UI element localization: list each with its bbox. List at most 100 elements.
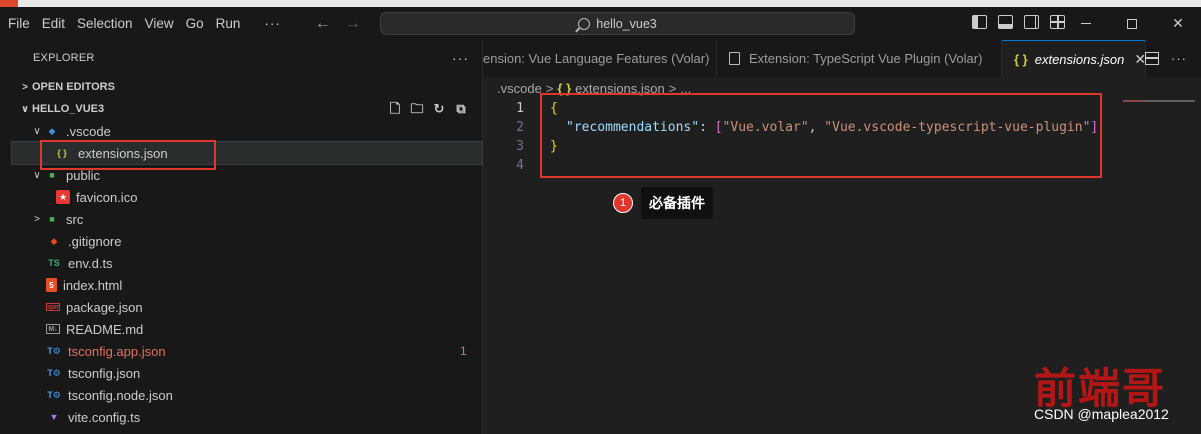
minimize-icon: [1081, 23, 1091, 24]
tab-actions: ···: [1145, 40, 1201, 77]
tree-item-label: favicon.ico: [76, 189, 138, 205]
window-controls: ✕: [1063, 7, 1201, 40]
toggle-panel-icon[interactable]: [998, 15, 1013, 29]
menu-bar: File Edit Selection View Go Run ···: [0, 7, 287, 40]
tree-item-label: package.json: [66, 299, 143, 315]
annotation-label: 必备插件: [641, 187, 713, 219]
watermark-csdn: CSDN @maplea2012: [1034, 406, 1169, 422]
problem-count-badge: 1: [460, 344, 467, 358]
tab-typescript-vue-plugin[interactable]: Extension: TypeScript Vue Plugin (Volar): [717, 40, 1002, 77]
open-editors-label: OPEN EDITORS: [32, 81, 115, 93]
collapse-all-icon[interactable]: ⧉: [454, 102, 468, 116]
menu-file[interactable]: File: [2, 7, 36, 40]
menu-go[interactable]: Go: [180, 7, 210, 40]
activity-bar: [0, 40, 12, 434]
new-folder-icon[interactable]: 🗀: [410, 102, 424, 116]
layout-controls: [972, 15, 1065, 29]
tree-file-readme[interactable]: M↓ README.md: [12, 318, 482, 340]
new-file-icon[interactable]: 🗋: [388, 102, 402, 116]
markdown-icon: M↓: [46, 324, 60, 334]
line-number: 3: [516, 139, 524, 154]
tree-item-label: tsconfig.json: [68, 365, 141, 381]
split-editor-icon[interactable]: [1145, 52, 1159, 65]
tsconfig-icon: T⚙: [47, 367, 61, 378]
tree-folder-src[interactable]: > ■ src: [12, 208, 482, 230]
chevron-right-icon: >: [34, 213, 40, 225]
git-icon: ◆: [50, 235, 58, 246]
chevron-right-icon: >: [22, 81, 28, 93]
top-strip-mark: [0, 0, 18, 7]
tree-item-label: README.md: [66, 321, 144, 337]
tree-item-label: .vscode: [66, 123, 111, 139]
chevron-down-icon: ∨: [20, 103, 30, 115]
annotation-number: 1: [613, 193, 633, 213]
tree-file-package-json[interactable]: npm package.json: [12, 296, 482, 318]
maximize-button[interactable]: [1109, 7, 1155, 40]
menu-view[interactable]: View: [139, 7, 180, 40]
tree-folder-vscode[interactable]: ∨ ◆ .vscode: [12, 120, 482, 142]
tree-file-tsconfig-app[interactable]: T⚙ tsconfig.app.json 1: [12, 340, 482, 362]
refresh-icon[interactable]: ↻: [432, 102, 446, 116]
tab-label: extensions.json: [1034, 51, 1125, 67]
minimap[interactable]: [1123, 100, 1195, 102]
explorer-more-icon[interactable]: ···: [452, 50, 469, 66]
favicon-icon: ★: [56, 190, 70, 204]
tree-item-label: tsconfig.node.json: [68, 387, 173, 403]
search-text: hello_vue3: [596, 16, 657, 31]
menu-selection[interactable]: Selection: [71, 7, 139, 40]
chevron-down-icon: ∨: [33, 125, 41, 137]
tsconfig-icon: T⚙: [47, 345, 61, 356]
tree-file-index-html[interactable]: 5 index.html: [12, 274, 482, 296]
explorer-header: EXPLORER ···: [12, 40, 482, 76]
vite-icon: ▼: [49, 412, 59, 422]
toggle-primary-sidebar-icon[interactable]: [972, 15, 987, 29]
json-braces-icon: { }: [1014, 51, 1028, 67]
tree-item-label: vite.config.ts: [68, 409, 141, 425]
typescript-icon: TS: [48, 258, 60, 268]
minimize-button[interactable]: [1063, 7, 1109, 40]
chevron-down-icon: ∨: [33, 169, 41, 181]
tsconfig-icon: T⚙: [47, 389, 61, 400]
toggle-secondary-sidebar-icon[interactable]: [1024, 15, 1039, 29]
html-icon: 5: [46, 278, 57, 292]
explorer-title: EXPLORER: [33, 52, 95, 64]
back-arrow-icon[interactable]: ←: [315, 15, 331, 33]
forward-arrow-icon[interactable]: →: [345, 15, 361, 33]
tree-item-label: .gitignore: [68, 233, 122, 249]
highlight-box-extensions-json: [40, 140, 216, 170]
tree-file-env-d-ts[interactable]: TS env.d.ts: [12, 252, 482, 274]
breadcrumb-folder[interactable]: .vscode: [497, 81, 542, 96]
annotation-callout: 1 必备插件: [613, 187, 713, 219]
editor-tabs: ension: Vue Language Features (Volar) Ex…: [483, 40, 1201, 77]
close-icon: ✕: [1172, 15, 1184, 31]
line-number: 4: [516, 158, 524, 173]
tree-file-tsconfig[interactable]: T⚙ tsconfig.json: [12, 362, 482, 384]
tab-extensions-json[interactable]: { } extensions.json ✕: [1002, 40, 1146, 77]
tab-label: ension: Vue Language Features (Volar): [483, 51, 710, 66]
menu-run[interactable]: Run: [210, 7, 247, 40]
tab-label: Extension: TypeScript Vue Plugin (Volar): [749, 51, 983, 66]
menu-edit[interactable]: Edit: [36, 7, 71, 40]
project-section[interactable]: ∨ HELLO_VUE3 🗋 🗀 ↻ ⧉: [12, 98, 482, 120]
tab-vue-language-features[interactable]: ension: Vue Language Features (Volar): [483, 40, 717, 77]
title-bar: File Edit Selection View Go Run ··· ← → …: [0, 7, 1201, 40]
open-editors-section[interactable]: > OPEN EDITORS: [12, 76, 482, 98]
npm-icon: npm: [45, 303, 61, 311]
explorer-sidebar: EXPLORER ··· > OPEN EDITORS ∨ HELLO_VUE3…: [11, 40, 483, 434]
tree-file-gitignore[interactable]: ◆ .gitignore: [12, 230, 482, 252]
close-window-button[interactable]: ✕: [1155, 7, 1201, 40]
src-folder-icon: ■: [49, 214, 55, 224]
line-number: 1: [516, 101, 524, 116]
tree-item-label: tsconfig.app.json: [68, 343, 166, 359]
command-center-search[interactable]: hello_vue3: [380, 12, 855, 35]
tree-file-tsconfig-node[interactable]: T⚙ tsconfig.node.json: [12, 384, 482, 406]
tree-file-favicon[interactable]: ★ favicon.ico: [12, 186, 482, 208]
menu-more[interactable]: ···: [246, 7, 287, 40]
tree-file-vite-config[interactable]: ▼ vite.config.ts: [12, 406, 482, 428]
project-label: HELLO_VUE3: [32, 103, 105, 115]
project-actions: 🗋 🗀 ↻ ⧉: [388, 102, 468, 116]
more-actions-icon[interactable]: ···: [1171, 51, 1187, 66]
line-number: 2: [516, 120, 524, 135]
tree-item-label: src: [66, 211, 84, 227]
document-icon: [729, 52, 740, 65]
